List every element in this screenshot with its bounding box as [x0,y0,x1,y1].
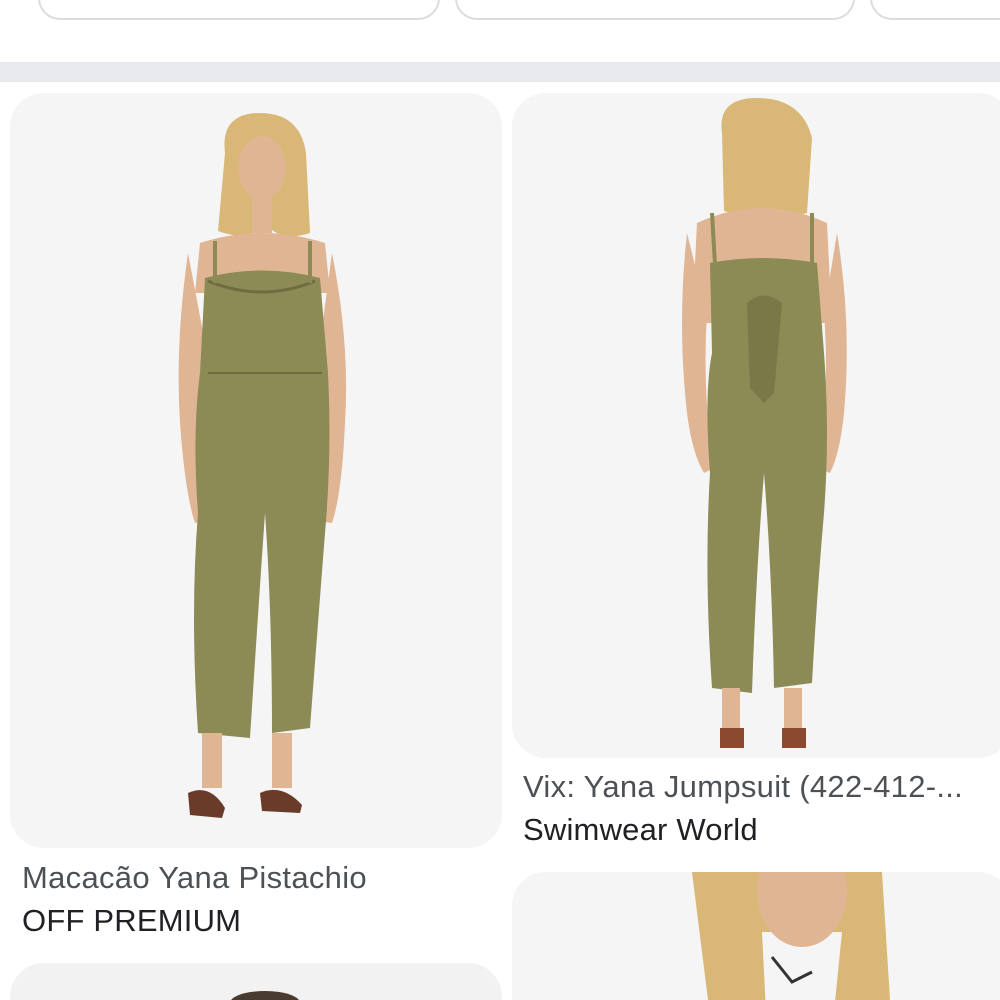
filter-chip[interactable] [455,0,855,20]
result-source[interactable]: Swimwear World [523,812,758,848]
section-divider [0,62,1000,82]
result-image-card[interactable] [512,93,1000,758]
model-closeup-image [512,872,1000,1000]
olive-jumpsuit-front-image [10,93,502,848]
filter-chip[interactable] [870,0,1000,20]
result-image-card[interactable] [10,963,502,1000]
result-image-card[interactable] [512,872,1000,1000]
result-title[interactable]: Vix: Yana Jumpsuit (422-412-... [523,769,988,805]
model-partial-image [10,963,502,1000]
filter-chip[interactable] [38,0,440,20]
result-title[interactable]: Macacão Yana Pistachio [22,860,492,896]
olive-jumpsuit-back-image [512,93,1000,758]
result-image-card[interactable] [10,93,502,848]
result-source[interactable]: OFF PREMIUM [22,903,241,939]
